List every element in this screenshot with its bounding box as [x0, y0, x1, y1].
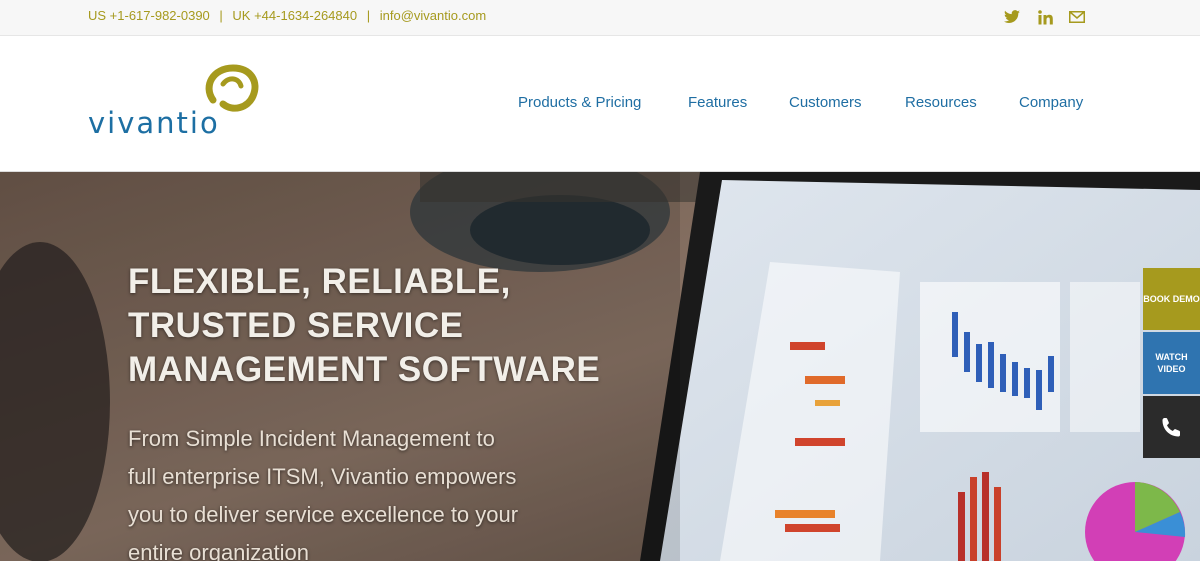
linkedin-icon[interactable]	[1034, 6, 1056, 28]
mail-icon[interactable]	[1066, 6, 1088, 28]
separator: |	[219, 8, 223, 23]
book-demo-label: BOOK DEMO	[1143, 294, 1200, 304]
logo-text: vivantio	[88, 106, 220, 140]
uk-phone-link[interactable]: UK +44-1634-264840	[232, 8, 357, 23]
hero-subtitle-line: entire organization	[128, 540, 310, 561]
nav-company[interactable]: Company	[1019, 94, 1083, 111]
us-phone-link[interactable]: US +1-617-982-0390	[88, 8, 210, 23]
hero-title-line: MANAGEMENT SOFTWARE	[128, 350, 601, 389]
hero-subtitle: From Simple Incident Management to full …	[128, 420, 548, 561]
hero-title-line: FLEXIBLE, RELIABLE,	[128, 262, 511, 301]
site-header: vivantio Products & Pricing Features Cus…	[0, 36, 1200, 172]
nav-customers[interactable]: Customers	[789, 94, 862, 111]
book-demo-tab[interactable]: BOOK DEMO	[1143, 268, 1200, 330]
nav-products-pricing[interactable]: Products & Pricing	[518, 94, 641, 111]
hero-subtitle-line: full enterprise ITSM, Vivantio empowers	[128, 464, 517, 489]
nav-resources[interactable]: Resources	[905, 94, 977, 111]
phone-tab[interactable]	[1143, 396, 1200, 458]
phone-icon	[1162, 418, 1180, 437]
watch-video-label: WATCH VIDEO	[1155, 352, 1188, 374]
email-link[interactable]: info@vivantio.com	[380, 8, 486, 23]
separator: |	[366, 8, 371, 23]
nav-features[interactable]: Features	[688, 94, 747, 111]
hero-title: FLEXIBLE, RELIABLE, TRUSTED SERVICE MANA…	[128, 260, 648, 392]
hero-title-line: TRUSTED SERVICE	[128, 306, 464, 345]
contact-info: US +1-617-982-0390 | UK +44-1634-264840 …	[88, 8, 486, 23]
hero-subtitle-line: you to deliver service excellence to you…	[128, 502, 519, 527]
watch-video-tab[interactable]: WATCH VIDEO	[1143, 332, 1200, 394]
top-bar: US +1-617-982-0390 | UK +44-1634-264840 …	[0, 0, 1200, 36]
twitter-icon[interactable]	[1001, 6, 1023, 28]
hero-banner: FLEXIBLE, RELIABLE, TRUSTED SERVICE MANA…	[0, 172, 1200, 561]
vivantio-logo[interactable]: vivantio	[84, 62, 274, 142]
hero-subtitle-line: From Simple Incident Management to	[128, 426, 495, 451]
